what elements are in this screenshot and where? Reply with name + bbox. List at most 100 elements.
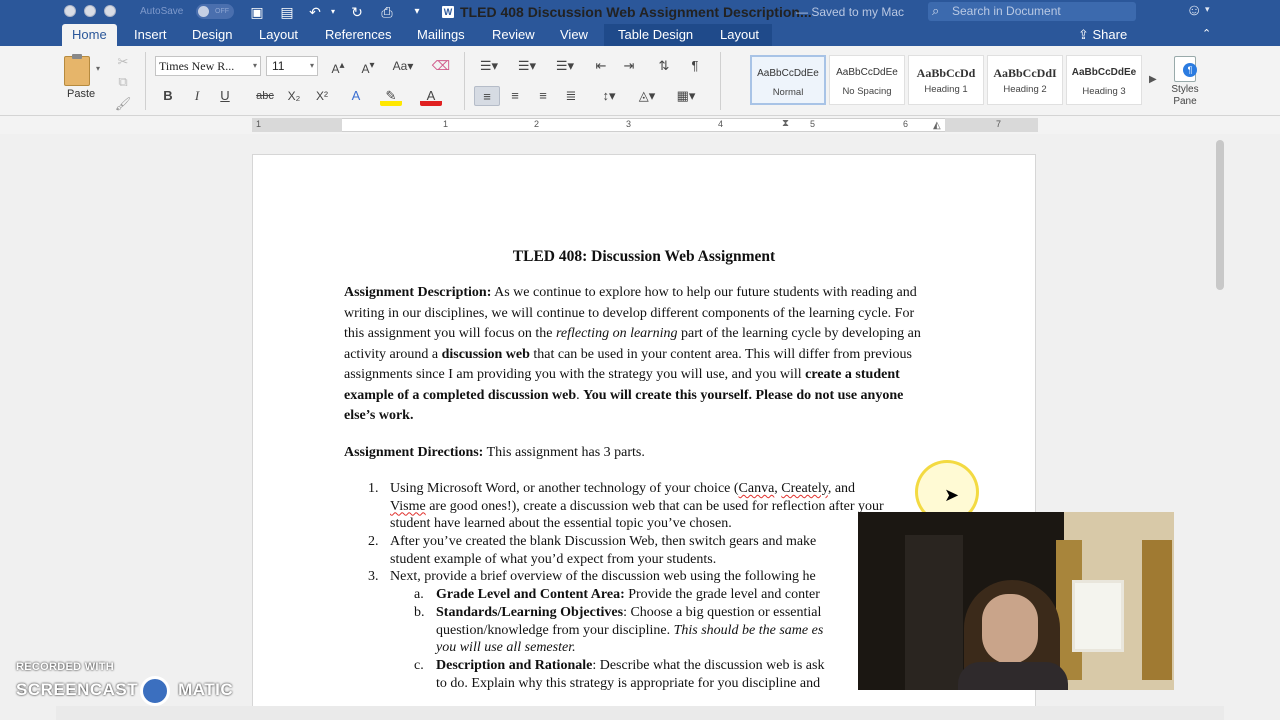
superscript-icon[interactable]: X² <box>312 86 332 106</box>
bullets-icon[interactable]: ☰▾ <box>474 56 504 76</box>
right-indent-marker-icon[interactable]: ◭ <box>933 120 941 131</box>
tab-mailings[interactable]: Mailings <box>407 24 475 46</box>
undo-icon[interactable]: ↶ <box>306 3 324 21</box>
subscript-icon[interactable]: X₂ <box>284 86 304 106</box>
search-in-document-input[interactable]: Search in Document <box>928 2 1136 21</box>
webcam-presenter-face <box>982 594 1038 664</box>
tab-references[interactable]: References <box>315 24 401 46</box>
desc-text: . <box>576 387 580 403</box>
screencast-logo-icon <box>140 676 170 706</box>
save-icon[interactable]: ▤ <box>278 3 296 21</box>
style-sample: AaBbCcDdI <box>993 66 1057 80</box>
tab-table-design[interactable]: Table Design <box>608 24 703 46</box>
decrease-indent-icon[interactable]: ⇤ <box>590 56 612 76</box>
document-title: TLED 408 Discussion Web Assignment Descr… <box>460 4 812 20</box>
font-size-value: 11 <box>272 59 285 73</box>
dirs-label: Assignment Directions: <box>344 445 484 460</box>
sublist-text: question/knowledge from your discipline. <box>436 622 674 638</box>
print-icon[interactable]: ⎙ <box>378 3 396 21</box>
spellcheck-word[interactable]: Visme <box>390 499 426 514</box>
style-no-spacing[interactable]: AaBbCcDdEe No Spacing <box>829 55 905 105</box>
sort-icon[interactable]: ⇅ <box>652 56 676 76</box>
style-normal[interactable]: AaBbCcDdEe Normal <box>750 55 826 105</box>
redo-icon[interactable]: ↻ <box>348 3 366 21</box>
align-right-icon[interactable]: ≡ <box>532 86 554 106</box>
ruler-number: 1 <box>443 119 449 129</box>
tab-view[interactable]: View <box>550 24 598 46</box>
bold-icon[interactable]: B <box>158 86 178 106</box>
highlight-color-icon[interactable]: ✎ <box>380 86 402 106</box>
tab-design[interactable]: Design <box>182 24 242 46</box>
sublist-text: : Describe what the discussion web is as… <box>592 658 825 673</box>
text-effects-icon[interactable]: A <box>344 86 368 106</box>
style-name: Heading 2 <box>1003 84 1047 95</box>
font-size-select[interactable]: 11 ▾ <box>266 56 318 76</box>
spellcheck-word[interactable]: Canva <box>739 481 775 496</box>
zoom-window-button[interactable] <box>104 5 116 17</box>
shrink-font-icon[interactable]: A▾ <box>356 56 380 76</box>
vertical-scrollbar[interactable] <box>1216 140 1224 290</box>
styles-pane-button[interactable]: Styles Pane <box>1168 56 1202 108</box>
underline-icon[interactable]: U <box>214 86 236 106</box>
justify-icon[interactable]: ≣ <box>560 86 582 106</box>
watermark-recorded-with: RECORDED WITH <box>16 661 115 673</box>
ribbon-divider <box>145 52 146 110</box>
undo-dropdown-icon[interactable]: ▾ <box>324 3 342 21</box>
change-case-icon[interactable]: Aa▾ <box>388 56 418 76</box>
close-window-button[interactable] <box>64 5 76 17</box>
minimize-window-button[interactable] <box>84 5 96 17</box>
tab-home[interactable]: Home <box>62 24 117 46</box>
line-spacing-icon[interactable]: ↕▾ <box>594 86 624 106</box>
shading-icon[interactable]: ◬▾ <box>634 86 660 106</box>
list-item-line: student example of what you’d expect fro… <box>390 551 717 567</box>
format-painter-icon[interactable]: 🖌 <box>114 94 132 114</box>
paste-dropdown-icon[interactable]: ▾ <box>96 64 100 73</box>
grow-font-icon[interactable]: A▴ <box>326 56 350 76</box>
tab-insert[interactable]: Insert <box>124 24 177 46</box>
paste-label[interactable]: Paste <box>67 88 95 100</box>
borders-icon[interactable]: ▦▾ <box>668 86 704 106</box>
spellcheck-word[interactable]: Creately <box>781 481 828 496</box>
sublist-item: Description and Rationale: Describe what… <box>436 657 824 675</box>
sublist-item-line: question/knowledge from your discipline.… <box>436 622 823 640</box>
sublist-text: Provide the grade level and conter <box>624 587 820 602</box>
italic-icon[interactable]: I <box>187 86 207 106</box>
copy-icon[interactable]: ⧉ <box>114 72 132 92</box>
style-heading-3[interactable]: AaBbCcDdEe Heading 3 <box>1066 55 1142 105</box>
multilevel-list-icon[interactable]: ☰▾ <box>550 56 580 76</box>
paste-icon[interactable] <box>64 54 90 86</box>
style-sample: AaBbCcDdEe <box>757 68 819 79</box>
styles-gallery-more-icon[interactable]: ▶ <box>1149 74 1157 85</box>
autosave-toggle[interactable]: OFF <box>196 4 234 19</box>
collapse-ribbon-icon[interactable]: ⌃ <box>1202 27 1211 40</box>
styles-pane-label: Styles Pane <box>1171 84 1199 107</box>
style-name: Heading 3 <box>1082 86 1126 97</box>
watermark-brand: SCREENCAST MATIC <box>16 680 233 700</box>
tab-review[interactable]: Review <box>482 24 545 46</box>
align-left-icon[interactable]: ≡ <box>474 86 500 106</box>
horizontal-ruler[interactable] <box>252 118 1038 132</box>
list-item: Next, provide a brief overview of the di… <box>390 569 816 584</box>
chevron-down-icon[interactable]: ▾ <box>1205 4 1210 15</box>
list-item-line: Visme are good ones!), create a discussi… <box>390 498 884 516</box>
ruler-left-margin <box>252 118 342 132</box>
strikethrough-icon[interactable]: abc <box>254 86 276 106</box>
share-button[interactable]: ⇪ Share <box>1078 24 1127 46</box>
increase-indent-icon[interactable]: ⇥ <box>618 56 640 76</box>
feedback-smiley-icon[interactable]: ☺ <box>1186 2 1202 20</box>
cut-icon[interactable]: ✂ <box>114 52 132 72</box>
style-heading-1[interactable]: AaBbCcDd Heading 1 <box>908 55 984 105</box>
show-formatting-marks-icon[interactable]: ¶ <box>684 56 706 76</box>
sidebar-toggle-icon[interactable]: ▣ <box>248 3 266 21</box>
tab-table-layout[interactable]: Layout <box>710 24 769 46</box>
tab-layout[interactable]: Layout <box>249 24 308 46</box>
clear-formatting-icon[interactable]: ⌫ <box>428 56 454 76</box>
styles-pane-icon <box>1174 56 1197 82</box>
font-color-icon[interactable]: A <box>420 86 442 106</box>
style-heading-2[interactable]: AaBbCcDdI Heading 2 <box>987 55 1063 105</box>
align-center-icon[interactable]: ≡ <box>504 86 526 106</box>
font-name-select[interactable]: Times New R... ▾ <box>155 56 261 76</box>
indent-marker-icon[interactable]: ⧗ <box>782 118 789 129</box>
numbering-icon[interactable]: ☰▾ <box>512 56 542 76</box>
customize-toolbar-icon[interactable]: ▾ <box>408 3 426 21</box>
